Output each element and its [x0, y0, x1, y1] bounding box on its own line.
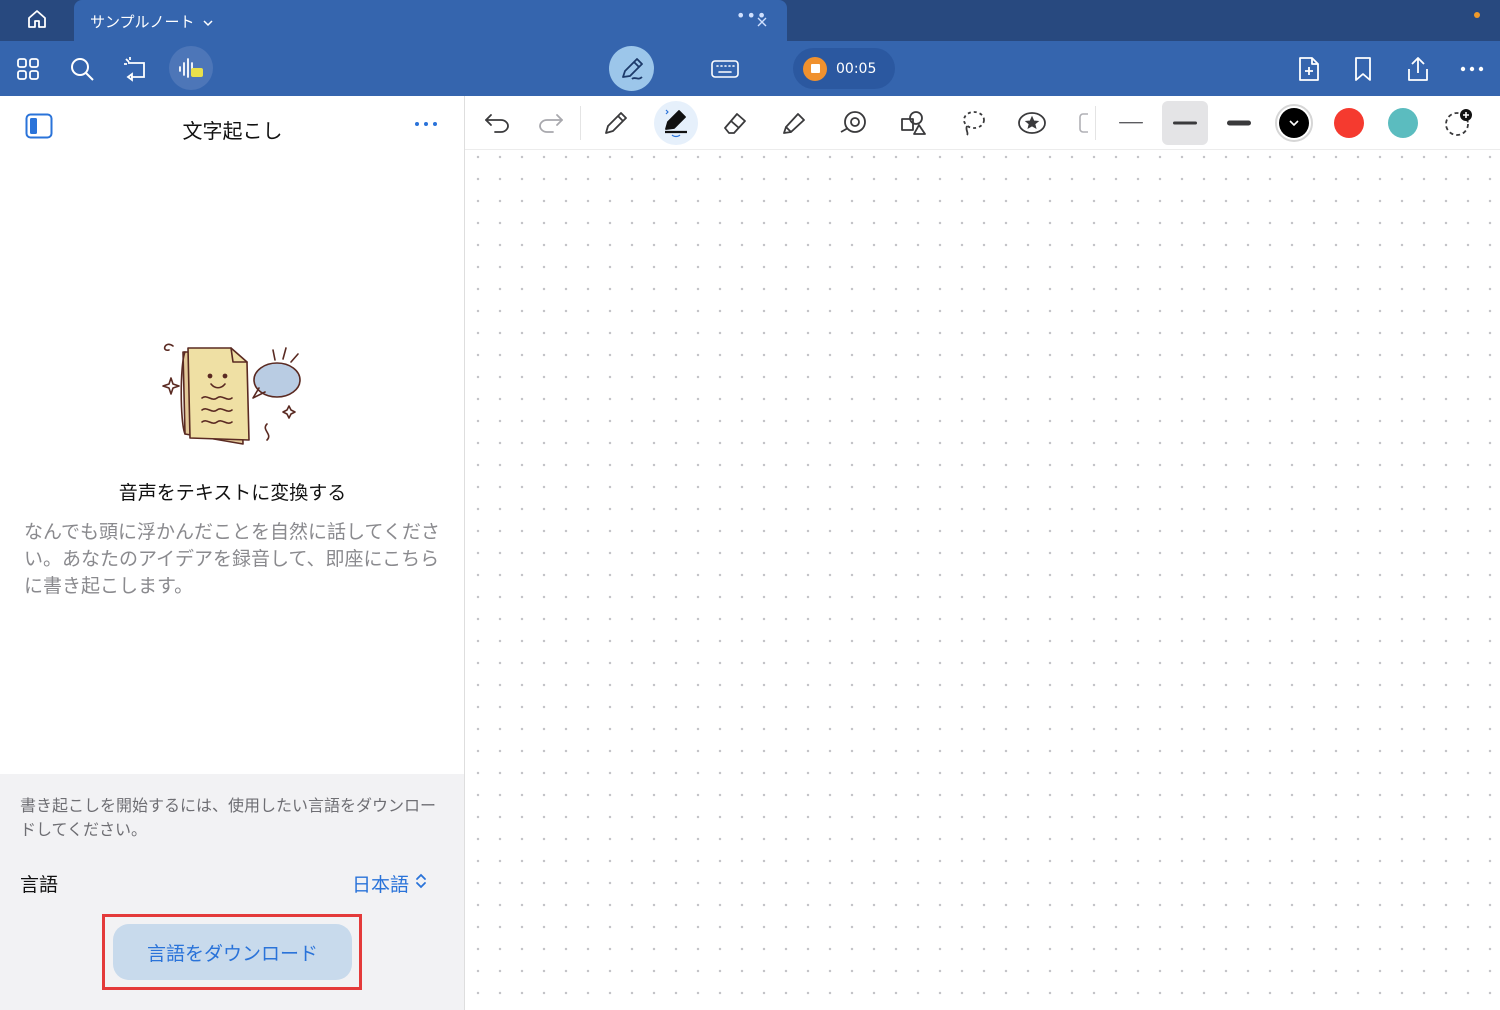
audio-transcribe-icon[interactable]: [169, 46, 213, 90]
add-color-icon[interactable]: [1436, 101, 1480, 145]
more-tools-icon[interactable]: [1065, 101, 1095, 145]
main-toolbar: 00:05: [0, 41, 1500, 96]
drawing-toolbar: [465, 96, 1500, 150]
redo-icon[interactable]: [529, 101, 573, 145]
fountain-pen-icon[interactable]: [654, 101, 698, 145]
width-thin[interactable]: [1109, 101, 1153, 145]
keyboard-icon[interactable]: [703, 41, 747, 96]
add-page-icon[interactable]: [1287, 41, 1331, 96]
stop-recording-icon[interactable]: [803, 56, 827, 81]
status-dot: [1474, 12, 1480, 18]
note-canvas[interactable]: [465, 151, 1500, 1010]
pen-mode-icon[interactable]: [609, 46, 654, 91]
undo-icon[interactable]: [475, 101, 519, 145]
width-medium[interactable]: [1162, 101, 1208, 145]
color-swatch-teal[interactable]: [1388, 108, 1418, 138]
language-select[interactable]: 日本語: [352, 870, 427, 897]
color-swatch-black[interactable]: [1279, 108, 1309, 138]
document-tab-title: サンプルノート: [90, 13, 195, 31]
chevron-down-icon: [203, 13, 213, 31]
language-label: 言語: [20, 874, 59, 896]
more-icon[interactable]: [1450, 41, 1494, 96]
search-icon[interactable]: [60, 41, 104, 96]
recording-indicator[interactable]: 00:05: [793, 48, 895, 89]
sticker-icon[interactable]: [1010, 101, 1054, 145]
chevron-up-down-icon: [415, 872, 427, 895]
empty-state-description: なんでも頭に浮かんだことを自然に話してください。あなたのアイデアを録音して、即座…: [24, 521, 440, 597]
eraser-icon[interactable]: [713, 101, 757, 145]
home-button[interactable]: [0, 0, 74, 41]
bookmark-icon[interactable]: [1341, 41, 1385, 96]
panel-more-icon[interactable]: [412, 110, 440, 138]
close-icon[interactable]: [757, 12, 767, 31]
share-icon[interactable]: [1396, 41, 1440, 96]
color-swatch-red[interactable]: [1334, 108, 1364, 138]
lasso-select-icon[interactable]: [114, 41, 158, 96]
shape-icon[interactable]: [832, 101, 876, 145]
empty-state-title: 音声をテキストに変換する: [118, 482, 347, 504]
panel-footer: 書き起こしを開始するには、使用したい言語をダウンロードしてください。 言語 日本…: [0, 774, 464, 1010]
shapes-icon[interactable]: [891, 101, 935, 145]
toolbar-divider: [580, 106, 581, 140]
document-tab-title-wrap[interactable]: サンプルノート: [90, 11, 213, 32]
document-tab[interactable]: サンプルノート •••: [74, 0, 787, 41]
lasso-icon[interactable]: [951, 101, 995, 145]
grid-icon[interactable]: [6, 41, 50, 96]
tab-bar: サンプルノート •••: [0, 0, 1500, 41]
language-value: 日本語: [352, 874, 410, 896]
download-language-button[interactable]: 言語をダウンロード: [113, 924, 352, 980]
pencil-icon[interactable]: [594, 101, 638, 145]
recording-time: 00:05: [836, 60, 877, 77]
toolbar-divider: [1095, 106, 1096, 140]
highlighter-icon[interactable]: [772, 101, 816, 145]
transcription-illustration: [155, 334, 305, 449]
home-icon: [26, 8, 48, 34]
transcription-panel: 文字起こし 音声をテキストに変換する なんでも頭に浮かんだことを自然に話してくだ…: [0, 96, 465, 1010]
width-thick[interactable]: [1217, 101, 1261, 145]
panel-header: 文字起こし: [0, 96, 465, 156]
panel-title: 文字起こし: [182, 119, 283, 143]
download-note: 書き起こしを開始するには、使用したい言語をダウンロードしてください。: [20, 796, 437, 839]
